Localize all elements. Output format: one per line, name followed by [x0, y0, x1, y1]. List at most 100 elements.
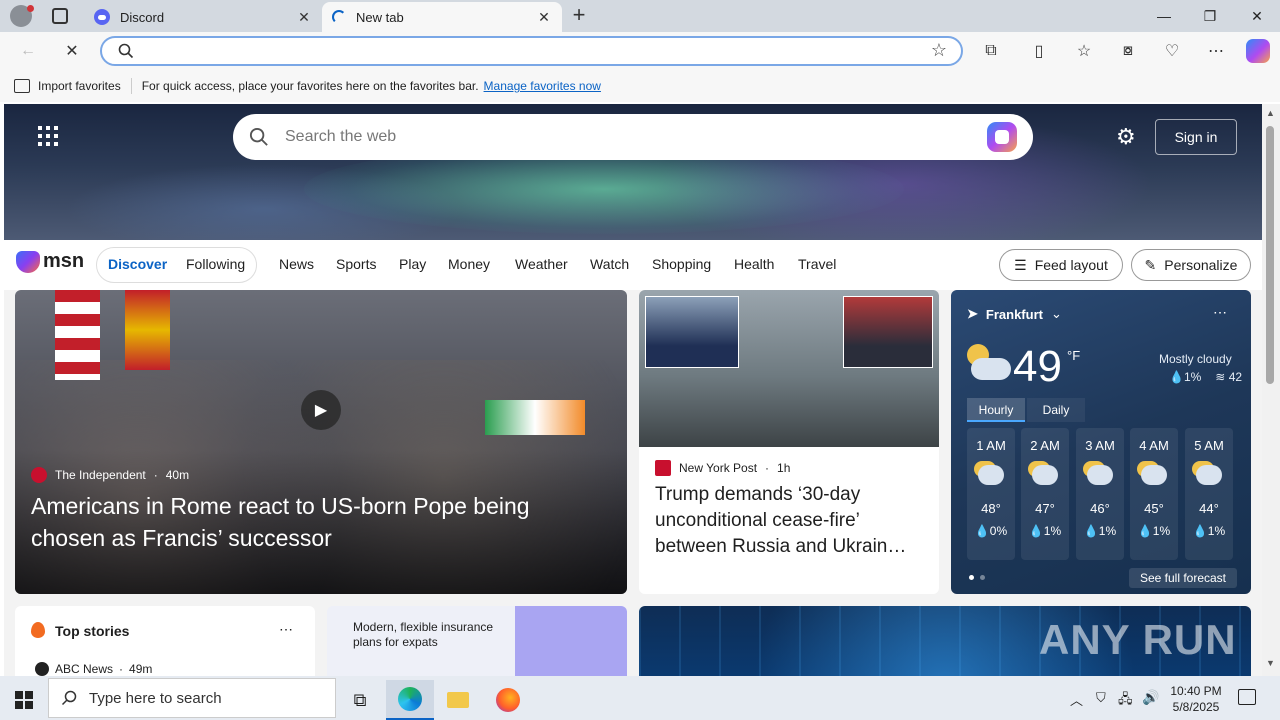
restore-button[interactable]: ❐ [1187, 0, 1233, 32]
sign-in-button[interactable]: Sign in [1155, 119, 1237, 155]
source-name: ABC News [55, 662, 114, 676]
weather-condition: Mostly cloudy [1159, 352, 1232, 366]
current-temp: 49 [1013, 342, 1062, 391]
tab-discover[interactable]: Discover [108, 256, 167, 272]
close-tab-icon[interactable]: ✕ [536, 9, 552, 26]
source-name: New York Post [679, 461, 758, 475]
search-icon [118, 43, 134, 59]
location-arrow-icon: ➤ [967, 306, 978, 321]
close-window-button[interactable]: ✕ [1234, 0, 1280, 32]
address-bar[interactable]: ☆ [100, 36, 963, 66]
msn-logo[interactable]: msn [16, 250, 84, 273]
show-hidden-icons[interactable]: ︿ [1070, 690, 1083, 709]
tab-actions-icon[interactable] [52, 8, 68, 24]
address-input[interactable] [142, 41, 902, 61]
import-favorites-link[interactable]: Import favorites [38, 79, 121, 93]
web-search-box[interactable]: Search the web [233, 114, 1033, 160]
firefox-icon[interactable] [484, 680, 532, 720]
tab-discord[interactable]: Discord ✕ [84, 2, 322, 32]
aqi-icon: ≋ [1215, 370, 1226, 384]
file-explorer-icon[interactable] [434, 680, 482, 720]
browser-essentials-icon[interactable]: ♡ [1160, 40, 1184, 62]
start-button[interactable] [0, 680, 48, 720]
nav-link-weather[interactable]: Weather [515, 256, 568, 272]
nav-link-shopping[interactable]: Shopping [652, 256, 711, 272]
anyrun-watermark: ANY RUN [1039, 616, 1237, 663]
nav-link-travel[interactable]: Travel [798, 256, 836, 272]
notifications-icon[interactable] [1238, 689, 1256, 705]
clock[interactable]: 10:40 PM 5/8/2025 [1166, 683, 1226, 715]
volume-icon[interactable]: 🔊 [1142, 689, 1159, 706]
security-icon[interactable]: ⛉ [1096, 690, 1106, 706]
task-view-icon[interactable]: ⧉ [336, 680, 384, 720]
split-screen-icon[interactable]: ▯ [1027, 40, 1051, 62]
scroll-down-arrow[interactable]: ▼ [1266, 658, 1275, 668]
tab-daily[interactable]: Daily [1027, 398, 1085, 422]
collections-icon[interactable]: ⧇ [1116, 40, 1140, 62]
main-headline[interactable]: Americans in Rome react to US-born Pope … [31, 490, 601, 554]
hour-temp: 46° [1090, 501, 1110, 516]
settings-gear-icon[interactable]: ⚙ [1116, 126, 1136, 148]
back-icon[interactable]: ← [16, 40, 40, 62]
top-stories-card[interactable]: Top stories ⋯ ABC News · 49m [15, 606, 315, 676]
main-story-card[interactable]: ▶ The Independent · 40m Americans in Rom… [15, 290, 627, 594]
tab-following[interactable]: Following [186, 256, 245, 272]
edge-taskbar-icon[interactable] [386, 680, 434, 720]
page-scrollbar[interactable]: ▲ ▼ [1262, 104, 1280, 676]
nav-link-money[interactable]: Money [448, 256, 490, 272]
scrollbar-thumb[interactable] [1266, 126, 1274, 384]
app-launcher-icon[interactable] [38, 126, 58, 146]
insurance-ad-card[interactable]: Modern, flexible insurance plans for exp… [327, 606, 627, 676]
abc-news-logo-icon [35, 662, 49, 676]
personalize-button[interactable]: ✎ Personalize [1131, 249, 1251, 281]
hourly-item: 4 AM 45° 💧1% [1130, 428, 1178, 560]
story-headline[interactable]: Trump demands ‘30-day unconditional ceas… [655, 482, 927, 560]
copilot-icon[interactable] [987, 122, 1017, 152]
tab-hourly[interactable]: Hourly [967, 398, 1025, 422]
minimize-button[interactable]: — [1141, 0, 1187, 32]
close-tab-icon[interactable]: ✕ [296, 9, 312, 26]
story-card[interactable]: New York Post · 1h Trump demands ‘30-day… [639, 290, 939, 594]
partly-cloudy-icon [1087, 465, 1113, 485]
flag-image [485, 400, 585, 435]
new-tab-button[interactable]: + [566, 4, 592, 28]
stop-loading-icon[interactable]: ✕ [60, 40, 84, 62]
ad-card[interactable]: ANY RUN [639, 606, 1251, 676]
favbar-message: For quick access, place your favorites h… [141, 79, 479, 93]
nav-link-health[interactable]: Health [734, 256, 774, 272]
nav-link-play[interactable]: Play [399, 256, 426, 272]
temp-unit[interactable]: °F [1067, 348, 1080, 363]
more-options-icon[interactable]: ⋯ [279, 621, 293, 638]
play-video-icon[interactable]: ▶ [301, 390, 341, 430]
source-name: The Independent [55, 468, 146, 482]
network-icon[interactable]: 🖧 [1118, 690, 1133, 712]
partly-cloudy-night-icon [965, 344, 1011, 384]
nav-link-sports[interactable]: Sports [336, 256, 376, 272]
page-dots[interactable] [969, 575, 985, 580]
extensions-icon[interactable]: ⧉ [979, 40, 1003, 62]
import-favorites-icon[interactable] [14, 79, 30, 93]
location-row[interactable]: ➤ Frankfurt ⌄ [967, 306, 1062, 322]
weather-card[interactable]: ➤ Frankfurt ⌄ ⋯ 49 °F Mostly cloudy 💧1% … [951, 290, 1251, 594]
see-full-forecast-link[interactable]: See full forecast [1129, 568, 1237, 588]
manage-favorites-link[interactable]: Manage favorites now [484, 79, 601, 93]
partly-cloudy-icon [978, 465, 1004, 485]
favorite-star-icon[interactable]: ☆ [931, 40, 947, 61]
sliders-icon: ☰ [1014, 256, 1027, 273]
more-options-icon[interactable]: ⋯ [1213, 304, 1227, 321]
copilot-icon[interactable] [1246, 39, 1270, 63]
clock-time: 10:40 PM [1170, 684, 1222, 698]
discord-icon [94, 9, 110, 25]
search-icon [61, 690, 77, 706]
nav-link-news[interactable]: News [279, 256, 314, 272]
ad-image [515, 606, 627, 676]
more-options-icon[interactable]: ⋯ [1204, 40, 1228, 62]
feed-layout-button[interactable]: ☰ Feed layout [999, 249, 1123, 281]
nav-link-watch[interactable]: Watch [590, 256, 629, 272]
scroll-up-arrow[interactable]: ▲ [1266, 108, 1275, 118]
favorites-icon[interactable]: ☆ [1072, 40, 1096, 62]
hourly-item: 5 AM 44° 💧1% [1185, 428, 1233, 560]
clock-date: 5/8/2025 [1172, 700, 1220, 714]
taskbar-search[interactable]: Type here to search [48, 678, 336, 718]
tab-new-tab[interactable]: New tab ✕ [322, 2, 562, 32]
